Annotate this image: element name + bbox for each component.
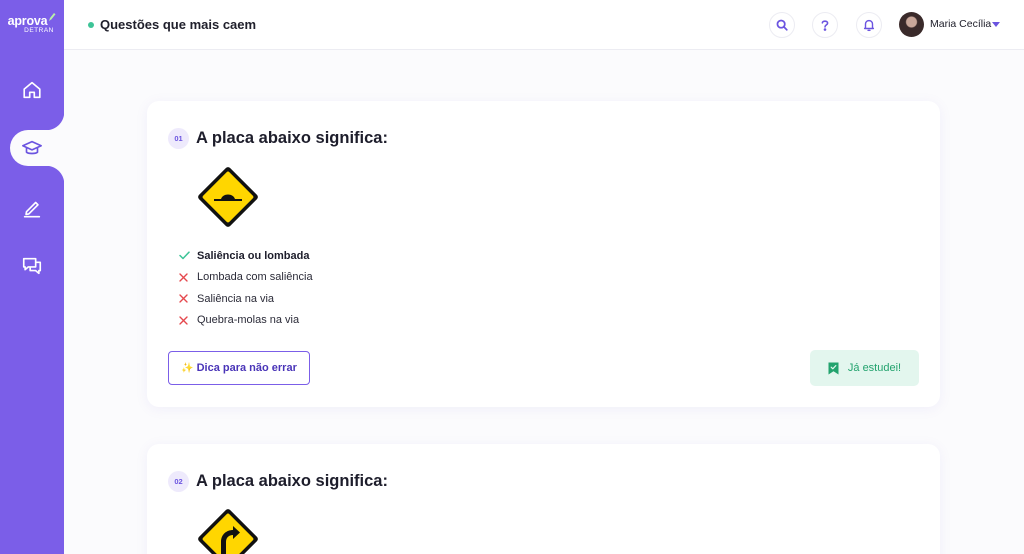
answer-option[interactable]: Quebra-molas na via [179,310,313,332]
answer-option[interactable]: Saliência ou lombada [179,245,313,267]
sidebar-item-courses[interactable] [10,128,54,168]
answer-label: Quebra-molas na via [197,314,300,327]
x-icon [179,294,197,303]
answer-label: Saliência na via [197,292,275,305]
logo-pencil-icon [48,12,56,24]
status-dot [88,22,94,28]
sidebar-item-exercises[interactable] [0,188,64,228]
logo-text: aprova [7,14,48,28]
question-number: 01 [168,128,189,149]
answer-label: Saliência ou lombada [197,249,310,262]
sidebar-item-messages[interactable] [0,246,64,286]
home-icon [23,81,41,99]
answer-option[interactable]: Saliência na via [179,288,313,310]
top-header: Questões que mais caem Maria Cecília [64,0,1024,50]
studied-button-label: Já estudei! [847,362,902,374]
notifications-button[interactable] [856,12,882,38]
user-name[interactable]: Maria Cecília [930,18,991,30]
search-icon [776,19,788,31]
logo[interactable]: aprova DETRAN [0,0,64,50]
answer-label: Lombada com saliência [197,271,313,284]
question-card: 02 A placa abaixo significa: [147,444,940,554]
answer-list: Saliência ou lombada Lombada com saliênc… [179,245,313,331]
x-icon [179,273,197,282]
search-button[interactable] [769,12,795,38]
app-root: aprova DETRAN Questões que mais caem Mar… [0,0,1024,554]
page-title: Questões que mais caem [100,17,257,32]
question-icon [821,20,829,31]
curve-right-sign-icon [198,509,258,554]
question-text: A placa abaixo significa: [196,472,388,490]
bookmark-icon [828,362,839,374]
help-button[interactable] [812,12,838,38]
avatar[interactable] [899,12,924,37]
question-number: 02 [168,471,189,492]
bell-icon [863,19,875,32]
sidebar: aprova DETRAN [0,0,64,554]
tip-button[interactable]: ✨ Dica para não errar [168,351,310,385]
pen-icon [23,201,41,218]
tip-button-label: Dica para não errar [196,362,297,374]
logo-subtext: DETRAN [24,27,54,34]
sparkles-icon: ✨ [181,362,194,374]
chevron-down-icon[interactable] [992,22,1000,27]
question-text: A placa abaixo significa: [196,129,388,147]
speed-bump-sign-icon [198,167,258,227]
check-icon [179,251,197,260]
chat-icon [22,257,42,275]
studied-button[interactable]: Já estudei! [810,350,919,386]
x-icon [179,316,197,325]
question-card: 01 A placa abaixo significa: Saliência o… [147,101,940,407]
answer-option[interactable]: Lombada com saliência [179,267,313,289]
sidebar-item-home[interactable] [0,70,64,110]
graduation-cap-icon [22,140,42,155]
